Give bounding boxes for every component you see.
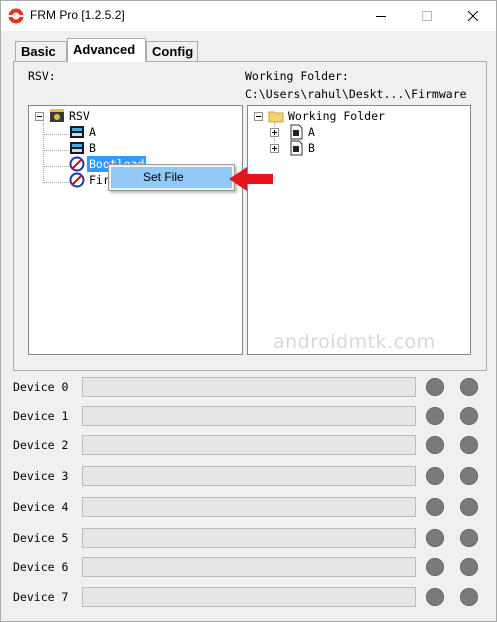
maximize-button[interactable] xyxy=(404,1,450,31)
device-label: Device 4 xyxy=(13,500,69,514)
expand-a-toggle[interactable] xyxy=(270,128,279,137)
status-led-icon xyxy=(460,529,478,547)
pointer-arrow-icon xyxy=(229,167,273,191)
file-icon xyxy=(290,124,303,140)
expand-b-toggle[interactable] xyxy=(270,144,279,153)
tab-advanced[interactable]: Advanced xyxy=(67,38,146,62)
device-label: Device 5 xyxy=(13,531,69,545)
tab-config[interactable]: Config xyxy=(146,41,198,61)
working-folder-tree[interactable]: Working Folder A B xyxy=(247,105,471,355)
status-led-icon xyxy=(426,436,444,454)
app-logo-icon xyxy=(8,8,24,24)
status-led-icon xyxy=(426,467,444,485)
device-progress-bar xyxy=(82,377,416,397)
device-row-0: Device 0 xyxy=(1,377,497,399)
device-row-4: Device 4 xyxy=(1,497,497,519)
title-bar: FRM Pro [1.2.5.2] xyxy=(1,1,496,31)
set-file-menu-item[interactable]: Set File xyxy=(111,167,232,188)
close-button[interactable] xyxy=(450,1,496,31)
status-led-icon xyxy=(460,436,478,454)
device-progress-bar xyxy=(82,406,416,426)
device-row-7: Device 7 xyxy=(1,587,497,609)
partition-icon xyxy=(70,126,84,138)
working-folder-label: Working Folder: xyxy=(245,69,349,83)
status-led-icon xyxy=(460,498,478,516)
device-progress-bar xyxy=(82,557,416,577)
missing-file-icon xyxy=(69,172,85,188)
device-progress-bar xyxy=(82,528,416,548)
folder-collapse-toggle[interactable] xyxy=(254,112,263,121)
device-label: Device 7 xyxy=(13,590,69,604)
device-label: Device 0 xyxy=(13,380,69,394)
partition-icon xyxy=(70,142,84,154)
watermark-text: androidmtk.com xyxy=(273,331,436,353)
device-progress-bar xyxy=(82,587,416,607)
app-window: FRM Pro [1.2.5.2] Basic Advanced Config … xyxy=(0,0,497,622)
device-label: Device 6 xyxy=(13,560,69,574)
status-led-icon xyxy=(426,407,444,425)
folder-icon xyxy=(268,111,284,123)
status-led-icon xyxy=(460,588,478,606)
window-title: FRM Pro [1.2.5.2] xyxy=(30,8,125,22)
device-row-2: Device 2 xyxy=(1,435,497,457)
file-icon xyxy=(290,140,303,156)
maximize-icon xyxy=(422,11,432,21)
status-led-icon xyxy=(426,558,444,576)
status-led-icon xyxy=(460,467,478,485)
status-led-icon xyxy=(460,378,478,396)
device-row-3: Device 3 xyxy=(1,466,497,488)
missing-file-icon xyxy=(69,156,85,172)
device-progress-bar xyxy=(82,466,416,486)
device-label: Device 1 xyxy=(13,409,69,423)
rsv-folder-icon xyxy=(50,109,64,122)
device-row-6: Device 6 xyxy=(1,557,497,579)
status-led-icon xyxy=(426,378,444,396)
status-led-icon xyxy=(426,498,444,516)
context-menu: Set File xyxy=(108,164,235,191)
device-progress-bar xyxy=(82,497,416,517)
device-row-1: Device 1 xyxy=(1,406,497,428)
status-led-icon xyxy=(460,407,478,425)
working-folder-path: C:\Users\rahul\Deskt...\Firmware xyxy=(245,87,467,101)
close-icon xyxy=(468,11,478,21)
rsv-collapse-toggle[interactable] xyxy=(35,112,44,121)
device-progress-bar xyxy=(82,435,416,455)
device-label: Device 2 xyxy=(13,438,69,452)
status-led-icon xyxy=(426,529,444,547)
device-label: Device 3 xyxy=(13,469,69,483)
status-led-icon xyxy=(460,558,478,576)
device-row-5: Device 5 xyxy=(1,528,497,550)
rsv-label: RSV: xyxy=(28,69,56,83)
tab-basic[interactable]: Basic xyxy=(15,41,67,61)
minimize-button[interactable] xyxy=(358,1,404,31)
rsv-tree[interactable]: RSV A B Bootload xyxy=(28,105,243,355)
minimize-icon xyxy=(376,16,386,17)
status-led-icon xyxy=(426,588,444,606)
